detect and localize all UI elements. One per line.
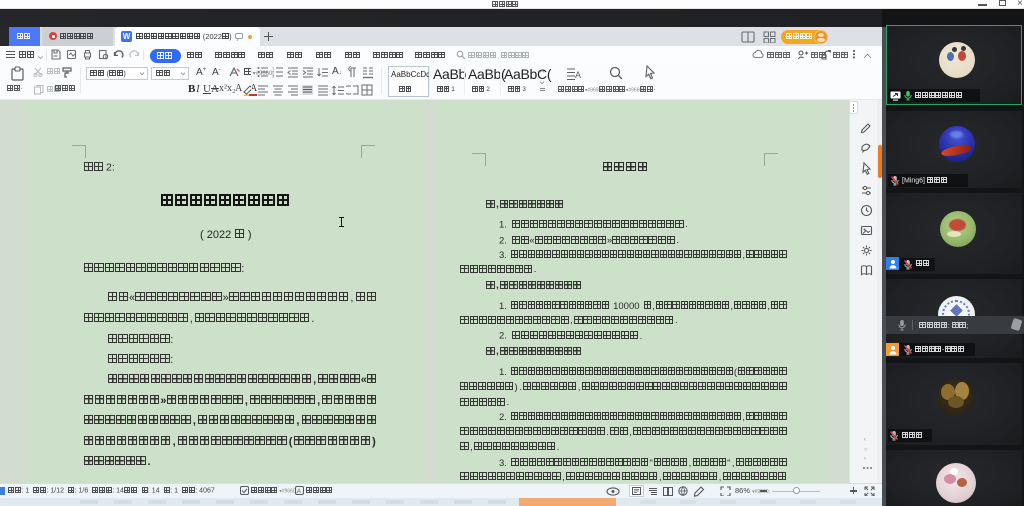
svg-text:A: A <box>297 489 301 495</box>
svg-text:A: A <box>575 70 581 80</box>
svg-text:3: 3 <box>272 74 275 79</box>
